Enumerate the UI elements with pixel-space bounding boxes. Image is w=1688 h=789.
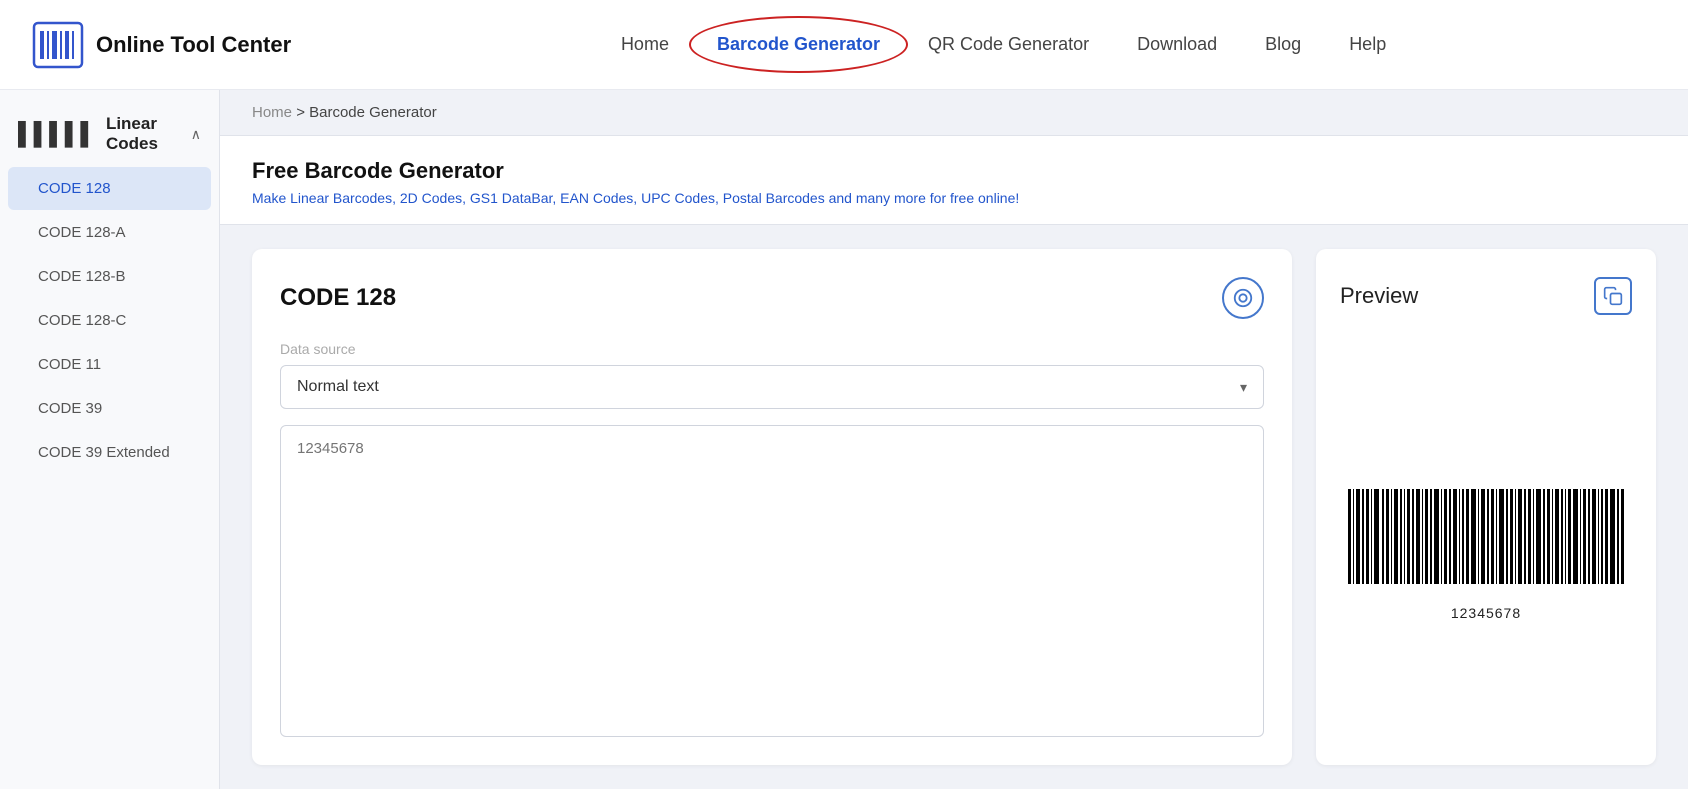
sidebar-item-code128[interactable]: CODE 128: [8, 167, 211, 210]
nav-home[interactable]: Home: [621, 34, 669, 55]
sidebar-item-code128a[interactable]: CODE 128-A: [8, 211, 211, 254]
sidebar-item-code128b[interactable]: CODE 128-B: [8, 255, 211, 298]
page-title: Free Barcode Generator: [252, 158, 1656, 184]
content-area: Home > Barcode Generator Free Barcode Ge…: [220, 90, 1688, 789]
generator-area: CODE 128 Data source Normal text ▾: [220, 225, 1688, 789]
main-layout: ▌▌▌▌▌ Linear Codes ∧ CODE 128 CODE 128-A…: [0, 90, 1688, 789]
barcode-preview: 12345678: [1340, 343, 1632, 737]
nav-qr-code-generator[interactable]: QR Code Generator: [928, 34, 1089, 55]
page-header: Free Barcode Generator Make Linear Barco…: [220, 136, 1688, 225]
panel-title-row: CODE 128: [280, 277, 1264, 319]
breadcrumb: Home > Barcode Generator: [220, 90, 1688, 136]
sidebar-section-header[interactable]: ▌▌▌▌▌ Linear Codes ∧: [0, 90, 219, 166]
nav-barcode-generator[interactable]: Barcode Generator: [717, 34, 880, 55]
chevron-up-icon: ∧: [191, 126, 201, 143]
sidebar-item-code39ext[interactable]: CODE 39 Extended: [8, 431, 211, 474]
sidebar-section-title: ▌▌▌▌▌ Linear Codes: [18, 114, 191, 154]
data-source-select[interactable]: Normal text ▾: [280, 365, 1264, 409]
header: Online Tool Center Home Barcode Generato…: [0, 0, 1688, 90]
copy-icon-button[interactable]: [1594, 277, 1632, 315]
select-value: Normal text: [297, 378, 379, 396]
barcode-value-label: 12345678: [1451, 605, 1521, 621]
barcode-mini-icon: ▌▌▌▌▌: [18, 121, 96, 147]
preview-title: Preview: [1340, 283, 1418, 309]
settings-icon-button[interactable]: [1222, 277, 1264, 319]
preview-title-row: Preview: [1340, 277, 1632, 315]
nav-help[interactable]: Help: [1349, 34, 1386, 55]
main-nav: Home Barcode Generator QR Code Generator…: [351, 34, 1656, 55]
sidebar: ▌▌▌▌▌ Linear Codes ∧ CODE 128 CODE 128-A…: [0, 90, 220, 789]
preview-panel: Preview: [1316, 249, 1656, 765]
sidebar-item-code11[interactable]: CODE 11: [8, 343, 211, 386]
logo-text: Online Tool Center: [96, 32, 291, 58]
barcode-image: [1346, 479, 1626, 599]
nav-download[interactable]: Download: [1137, 34, 1217, 55]
breadcrumb-separator: >: [296, 104, 305, 121]
sidebar-item-code128c[interactable]: CODE 128-C: [8, 299, 211, 342]
breadcrumb-current: Barcode Generator: [309, 104, 437, 121]
logo-icon: [32, 21, 84, 69]
sidebar-item-code39[interactable]: CODE 39: [8, 387, 211, 430]
barcode-text-input[interactable]: [280, 425, 1264, 737]
logo-area: Online Tool Center: [32, 21, 291, 69]
settings-icon: [1232, 287, 1254, 309]
panel-title: CODE 128: [280, 284, 396, 312]
copy-icon: [1603, 286, 1623, 306]
breadcrumb-home[interactable]: Home: [252, 104, 292, 121]
chevron-down-icon: ▾: [1240, 379, 1247, 396]
nav-blog[interactable]: Blog: [1265, 34, 1301, 55]
generator-panel: CODE 128 Data source Normal text ▾: [252, 249, 1292, 765]
field-label: Data source: [280, 341, 1264, 357]
page-subtitle: Make Linear Barcodes, 2D Codes, GS1 Data…: [252, 190, 1656, 206]
